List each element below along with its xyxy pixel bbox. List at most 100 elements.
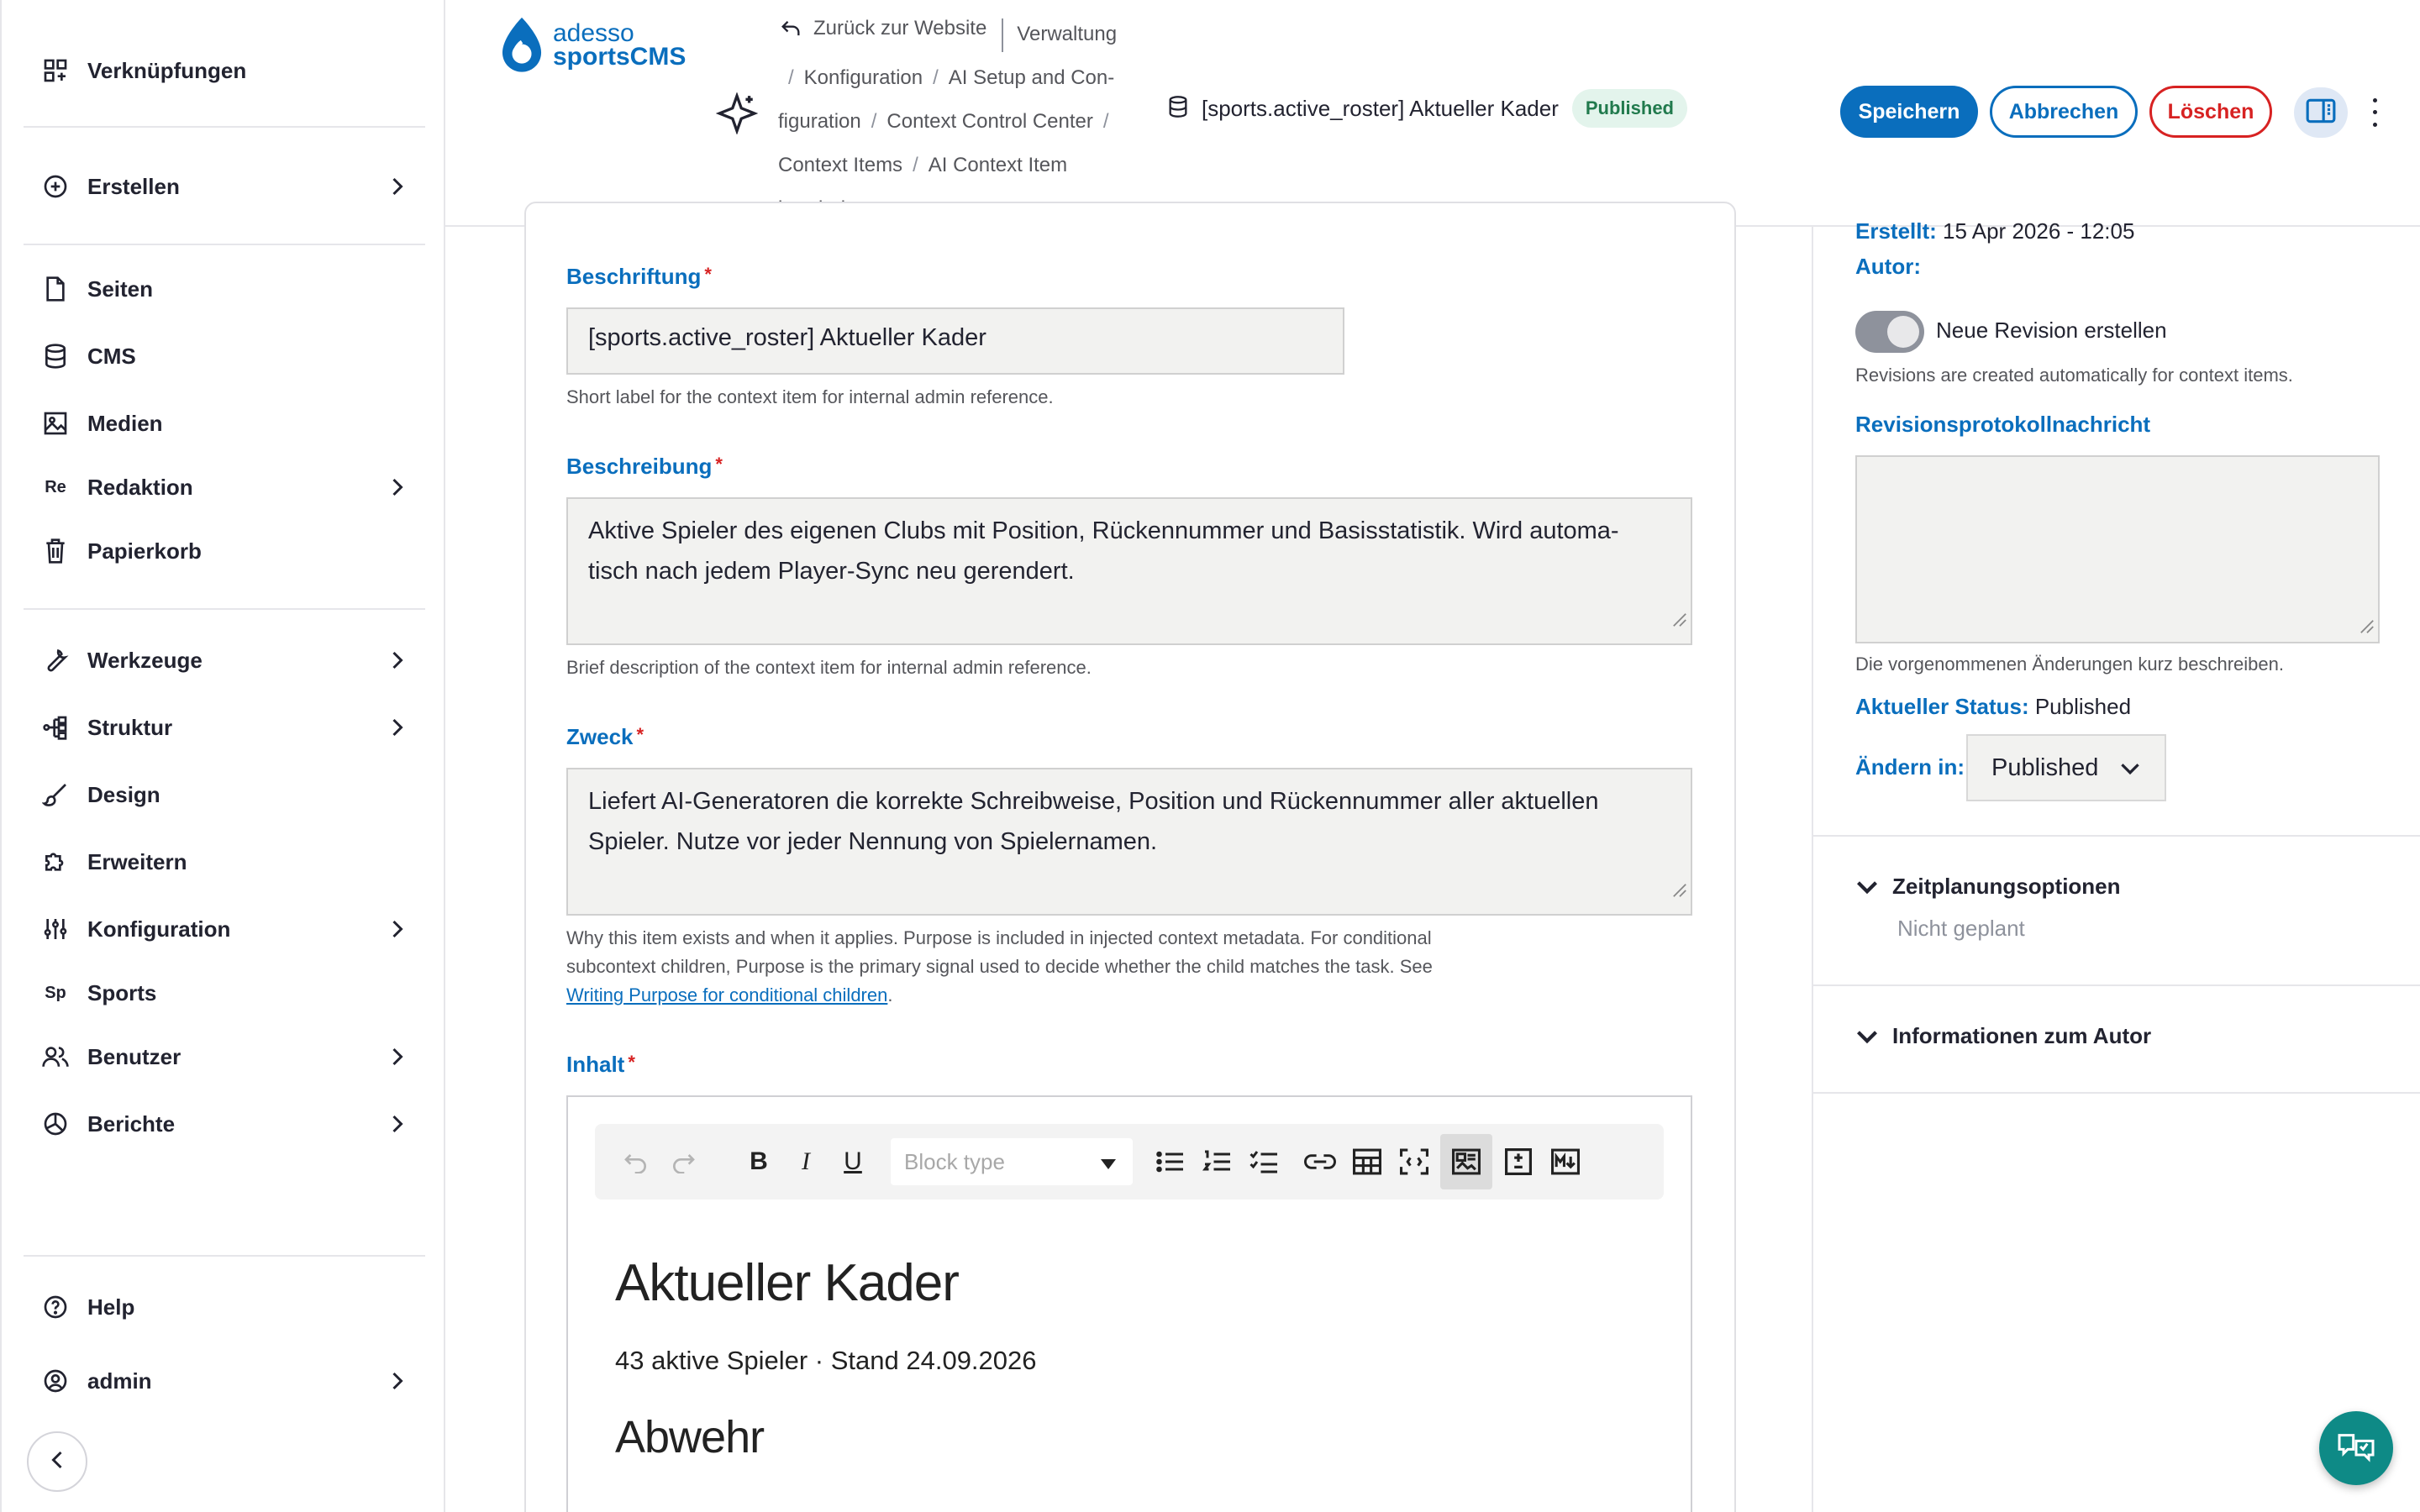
resize-handle-icon[interactable] [1672, 870, 1687, 911]
moderation-state-select[interactable]: Published [1966, 734, 2166, 801]
bold-icon[interactable]: B [738, 1138, 780, 1185]
chevron-left-icon [50, 1450, 65, 1474]
created-info: Erstellt: 15 Apr 2026 - 12:05 [1855, 218, 2135, 244]
toggle-sidebar-button[interactable] [2294, 87, 2348, 138]
save-button[interactable]: Speichern [1840, 86, 1978, 138]
scheduling-accordion[interactable]: Zeitplanungsoptionen [1855, 874, 2121, 900]
sidebar-item-label: Berichte [87, 1110, 176, 1137]
todo-list-icon[interactable] [1244, 1138, 1286, 1185]
sidebar-item-help[interactable]: Help [40, 1282, 410, 1332]
description-help: Brief description of the context item fo… [566, 657, 1092, 678]
new-revision-toggle[interactable] [1855, 311, 1924, 353]
users-icon [40, 1042, 71, 1072]
chevron-right-icon [385, 475, 410, 500]
block-type-select[interactable]: Block type [891, 1138, 1133, 1185]
purpose-label: Zweck * [566, 724, 644, 749]
ai-sparkle-icon[interactable] [715, 92, 759, 139]
purpose-textarea[interactable]: Liefert AI-Generatoren die korrekte Schr… [566, 768, 1692, 916]
breadcrumb-context-items[interactable]: Context Items [778, 154, 902, 176]
table-icon[interactable] [1346, 1138, 1388, 1185]
description-line: tisch nach jedem Player-Sync neu gerende… [588, 558, 1075, 585]
chevron-right-icon [385, 1044, 410, 1069]
logo-line1: adesso [553, 19, 634, 47]
fullscreen-icon[interactable] [1393, 1138, 1435, 1185]
sidebar-item-seiten[interactable]: Seiten [40, 264, 410, 314]
revision-log-label: Revisionsprotokollnachricht [1855, 412, 2151, 437]
undo-icon[interactable] [615, 1138, 657, 1185]
sidebar-item-label: Redaktion [87, 474, 193, 500]
sidebar-item-label: Erweitern [87, 848, 187, 874]
sidebar-item-berichte[interactable]: Berichte [40, 1099, 410, 1149]
structure-icon [40, 712, 71, 743]
breadcrumb-ai-setup-1[interactable]: AI Setup and Con- [949, 66, 1114, 89]
author-info-title: Informationen zum Autor [1892, 1023, 2152, 1048]
resize-handle-icon[interactable] [1672, 600, 1687, 640]
puzzle-icon [40, 847, 71, 877]
sidebar-item-verknuepfungen[interactable]: Verknüpfungen [40, 45, 410, 96]
page-header: adesso sportsCMS Zurück zur Website Verwa… [445, 0, 2420, 227]
sidebar-item-erstellen[interactable]: Erstellen [40, 161, 410, 212]
more-options-icon[interactable] [2365, 94, 2385, 131]
sidebar-item-struktur[interactable]: Struktur [40, 702, 410, 753]
label-field-help: Short label for the context item for int… [566, 386, 1054, 407]
sidebar-item-medien[interactable]: Medien [40, 398, 410, 449]
moderation-state-value: Published [1991, 753, 2099, 781]
numbered-list-icon[interactable] [1197, 1138, 1239, 1185]
sidebar-item-label: Design [87, 781, 160, 807]
database-icon [1166, 95, 1190, 123]
sidebar-item-label: Verknüpfungen [87, 57, 247, 83]
shortcuts-icon [40, 55, 71, 86]
sidebar-item-werkzeuge[interactable]: Werkzeuge [40, 635, 410, 685]
sidebar-item-sports[interactable]: Sp Sports [40, 968, 410, 1018]
breadcrumb-verwaltung[interactable]: Verwaltung [1017, 23, 1117, 45]
label-input[interactable]: [sports.active_roster] Aktueller Kader [566, 307, 1344, 375]
ai-assistant-button[interactable] [2319, 1411, 2393, 1485]
cancel-button[interactable]: Abbrechen [1990, 86, 2138, 138]
chart-pie-icon [40, 1109, 71, 1139]
sidebar-item-erweitern[interactable]: Erweitern [40, 837, 410, 887]
revision-log-textarea[interactable] [1855, 455, 2380, 643]
brush-icon [40, 780, 71, 810]
purpose-help-link[interactable]: Writing Purpose for conditional children [566, 984, 887, 1005]
chevron-down-icon [1857, 1030, 1877, 1043]
breadcrumb-ai-setup-2[interactable]: figuration [778, 110, 861, 133]
sidebar-item-label: Seiten [87, 276, 154, 302]
description-textarea[interactable]: Aktive Spieler des eigenen Clubs mit Pos… [566, 497, 1692, 645]
bulleted-list-icon[interactable] [1150, 1138, 1192, 1185]
purpose-help: Why this item exists and when it applies… [566, 924, 1659, 1010]
delete-button[interactable]: Löschen [2149, 86, 2272, 138]
breadcrumb-context-control-center[interactable]: Context Control Center [886, 110, 1092, 133]
underline-icon[interactable]: U [832, 1138, 874, 1185]
sidebar-item-benutzer[interactable]: Benutzer [40, 1032, 410, 1082]
rich-text-editor[interactable]: B I U Block type Aktueller Kader 43 akti… [566, 1095, 1692, 1512]
sidebar-item-cms[interactable]: CMS [40, 331, 410, 381]
resize-handle-icon[interactable] [2360, 619, 2375, 638]
italic-icon[interactable]: I [785, 1138, 827, 1185]
collapse-sidebar-button[interactable] [27, 1431, 87, 1492]
sidebar-item-papierkorb[interactable]: Papierkorb [40, 526, 410, 576]
sidebar-item-label: CMS [87, 343, 136, 369]
breadcrumb-konfiguration[interactable]: Konfiguration [804, 66, 923, 89]
sidebar-item-redaktion[interactable]: Re Redaktion [40, 462, 410, 512]
redaktion-icon: Re [45, 477, 66, 496]
breadcrumb-ai-context-item[interactable]: AI Context Item [929, 154, 1067, 176]
link-icon[interactable] [1299, 1138, 1341, 1185]
trash-icon [40, 536, 71, 566]
media-icon[interactable] [1440, 1134, 1492, 1189]
chevron-down-icon [2119, 754, 2141, 782]
purpose-line: Spieler. Nutze vor jeder Nennung von Spi… [588, 828, 1158, 855]
sidebar-item-design[interactable]: Design [40, 769, 410, 820]
back-to-website-link[interactable]: Zurück zur Website [778, 7, 986, 50]
logo[interactable]: adesso sportsCMS [497, 15, 686, 76]
sidebar-item-label: admin [87, 1368, 152, 1394]
sidebar-item-admin[interactable]: admin [40, 1356, 410, 1406]
markdown-icon[interactable] [1544, 1138, 1586, 1185]
plus-minus-icon[interactable] [1497, 1138, 1539, 1185]
sidebar-panel-icon [2305, 97, 2337, 129]
author-info-accordion[interactable]: Informationen zum Autor [1855, 1023, 2151, 1049]
chevron-right-icon [385, 174, 410, 199]
redo-icon[interactable] [662, 1138, 704, 1185]
sidebar-item-konfiguration[interactable]: Konfiguration [40, 904, 410, 954]
sidebar-divider [24, 126, 425, 128]
chevron-right-icon [385, 916, 410, 942]
